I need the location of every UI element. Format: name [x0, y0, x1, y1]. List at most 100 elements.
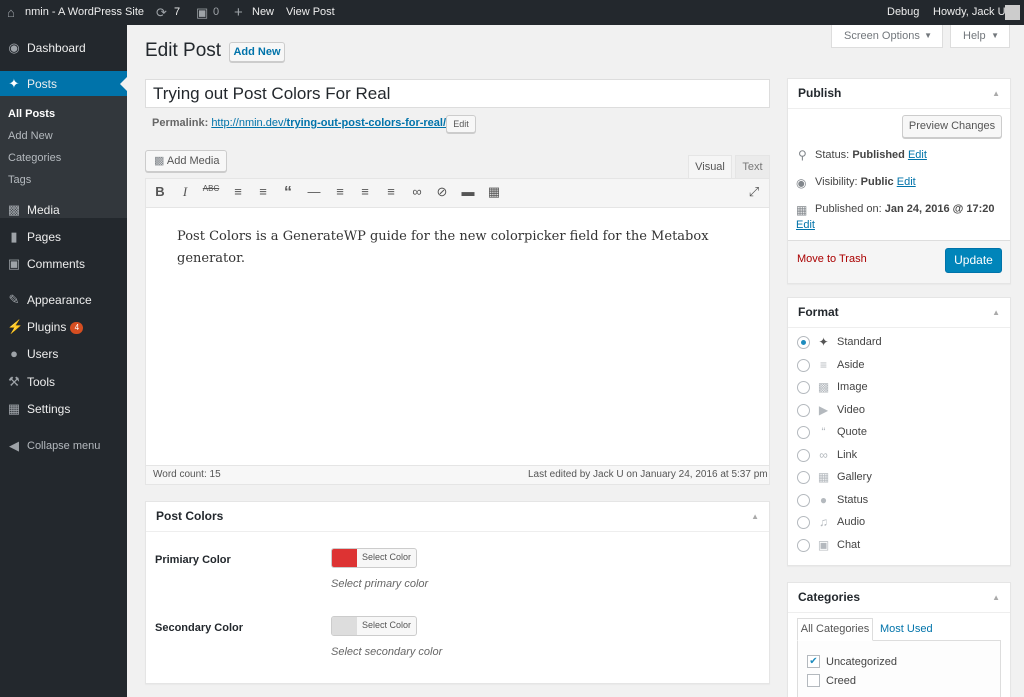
menu-dashboard[interactable]: ◉ Dashboard [0, 35, 127, 61]
italic-icon[interactable]: I [175, 184, 195, 200]
format-radio-image[interactable] [797, 381, 810, 394]
comments-icon[interactable]: ▣ [196, 0, 208, 25]
move-to-trash-link[interactable]: Move to Trash [797, 253, 867, 265]
format-label-link[interactable]: Link [837, 449, 857, 461]
post-title-input[interactable]: Trying out Post Colors For Real [145, 79, 770, 108]
visibility-edit-link[interactable]: Edit [897, 176, 916, 188]
view-post-link[interactable]: View Post [286, 0, 335, 25]
menu-users[interactable]: ● Users [0, 341, 127, 367]
format-radio-aside[interactable] [797, 358, 810, 372]
numbered-list-icon[interactable]: ≡ [253, 184, 273, 199]
horizontal-line-icon[interactable]: — [304, 184, 324, 199]
plus-icon[interactable]: + [234, 0, 243, 25]
add-new-button[interactable]: Add New [229, 42, 285, 62]
format-label-chat[interactable]: Chat [837, 539, 860, 551]
permalink-link[interactable]: http://nmin.dev/trying-out-post-colors-f… [211, 117, 446, 129]
chevron-down-icon: ▼ [991, 31, 999, 40]
format-label-gallery[interactable]: Gallery [837, 471, 872, 483]
permalink-edit-button[interactable]: Edit [446, 115, 476, 133]
format-radio-gallery[interactable] [797, 471, 810, 484]
toolbar-toggle-icon[interactable]: ▦ [484, 184, 504, 200]
comments-count[interactable]: 0 [213, 0, 219, 25]
format-label-quote[interactable]: Quote [837, 426, 867, 438]
menu-tools[interactable]: ⚒ Tools [0, 369, 127, 395]
format-title[interactable]: Format ▲ [788, 298, 1010, 328]
tab-text[interactable]: Text [735, 155, 770, 178]
calendar-icon: ▦ [796, 203, 808, 217]
align-right-icon[interactable]: ≡ [381, 184, 401, 199]
collapse-arrow-icon[interactable]: ▲ [992, 89, 1000, 98]
bullet-list-icon[interactable]: ≡ [228, 184, 248, 199]
collapse-arrow-icon[interactable]: ▲ [751, 512, 759, 521]
status-value: Published [852, 149, 905, 161]
format-radio-quote[interactable] [797, 426, 810, 439]
category-label-uncategorized[interactable]: Uncategorized [826, 656, 897, 668]
blockquote-icon[interactable]: “ [278, 184, 298, 202]
tab-all-categories[interactable]: All Categories [797, 618, 873, 641]
format-radio-video[interactable] [797, 403, 810, 417]
publish-title[interactable]: Publish ▲ [788, 79, 1010, 109]
category-label-creed[interactable]: Creed [826, 675, 856, 687]
format-label-status[interactable]: Status [837, 494, 868, 506]
menu-plugins[interactable]: ⚡ Plugins 4 [0, 314, 127, 340]
format-label-image[interactable]: Image [837, 381, 868, 393]
format-radio-standard[interactable] [797, 336, 810, 349]
menu-posts[interactable]: ✦ Posts [0, 71, 127, 97]
menu-comments[interactable]: ▣ Comments [0, 251, 127, 277]
submenu-all-posts[interactable]: All Posts [8, 108, 55, 120]
editor-content[interactable]: Post Colors is a GenerateWP guide for th… [177, 226, 732, 270]
primary-color-picker[interactable]: Select Color [331, 548, 417, 568]
secondary-select-color-button[interactable]: Select Color [362, 620, 411, 630]
home-icon[interactable]: ⌂ [7, 0, 15, 25]
debug-link[interactable]: Debug [887, 0, 919, 25]
align-center-icon[interactable]: ≡ [355, 184, 375, 199]
strikethrough-icon[interactable]: ABC [201, 184, 221, 193]
screen-options-button[interactable]: Screen Options ▼ [831, 25, 943, 48]
new-link[interactable]: New [252, 0, 274, 25]
help-button[interactable]: Help ▼ [950, 25, 1010, 48]
updates-count[interactable]: 7 [174, 0, 180, 25]
add-media-button[interactable]: ▩ Add Media [145, 150, 227, 172]
update-button[interactable]: Update [945, 248, 1002, 273]
menu-pages[interactable]: ▮ Pages [0, 224, 127, 250]
avatar[interactable] [1005, 5, 1020, 20]
format-radio-status[interactable] [797, 493, 810, 507]
post-colors-title[interactable]: Post Colors ▲ [146, 502, 769, 532]
last-edited: Last edited by Jack U on January 24, 201… [528, 469, 768, 480]
fullscreen-icon[interactable]: ⤢ [744, 184, 764, 200]
preview-changes-button[interactable]: Preview Changes [902, 115, 1002, 138]
format-radio-audio[interactable] [797, 516, 810, 529]
submenu-add-new[interactable]: Add New [8, 130, 53, 142]
primary-select-color-button[interactable]: Select Color [362, 552, 411, 562]
format-label-aside[interactable]: Aside [837, 359, 865, 371]
submenu-tags[interactable]: Tags [8, 174, 31, 186]
category-checkbox-creed[interactable] [807, 674, 820, 687]
collapse-menu-button[interactable]: ◀ Collapse menu [0, 433, 127, 459]
published-edit-link[interactable]: Edit [796, 219, 815, 231]
insert-link-icon[interactable]: ∞ [407, 184, 427, 199]
menu-settings[interactable]: ▦ Settings [0, 396, 127, 422]
tab-most-used[interactable]: Most Used [880, 623, 933, 635]
submenu-categories[interactable]: Categories [8, 152, 61, 164]
menu-media[interactable]: ▩ Media [0, 197, 127, 223]
format-label-standard[interactable]: Standard [837, 336, 882, 348]
align-left-icon[interactable]: ≡ [330, 184, 350, 199]
categories-title[interactable]: Categories ▲ [788, 583, 1010, 613]
updates-icon[interactable]: ⟳ [156, 0, 167, 25]
collapse-arrow-icon[interactable]: ▲ [992, 593, 1000, 602]
menu-appearance[interactable]: ✎ Appearance [0, 287, 127, 313]
collapse-arrow-icon[interactable]: ▲ [992, 308, 1000, 317]
howdy-link[interactable]: Howdy, Jack U [933, 0, 1006, 25]
unlink-icon[interactable]: ⊘ [432, 184, 452, 200]
tab-visual[interactable]: Visual [688, 155, 732, 178]
status-edit-link[interactable]: Edit [908, 149, 927, 161]
secondary-color-picker[interactable]: Select Color [331, 616, 417, 636]
site-name-link[interactable]: nmin - A WordPress Site [25, 0, 144, 25]
bold-icon[interactable]: B [150, 184, 170, 199]
format-radio-chat[interactable] [797, 538, 810, 552]
read-more-icon[interactable]: ▬ [458, 184, 478, 199]
category-checkbox-uncategorized[interactable]: ✔ [807, 655, 820, 668]
format-label-video[interactable]: Video [837, 404, 865, 416]
format-radio-link[interactable] [797, 448, 810, 462]
format-label-audio[interactable]: Audio [837, 516, 865, 528]
